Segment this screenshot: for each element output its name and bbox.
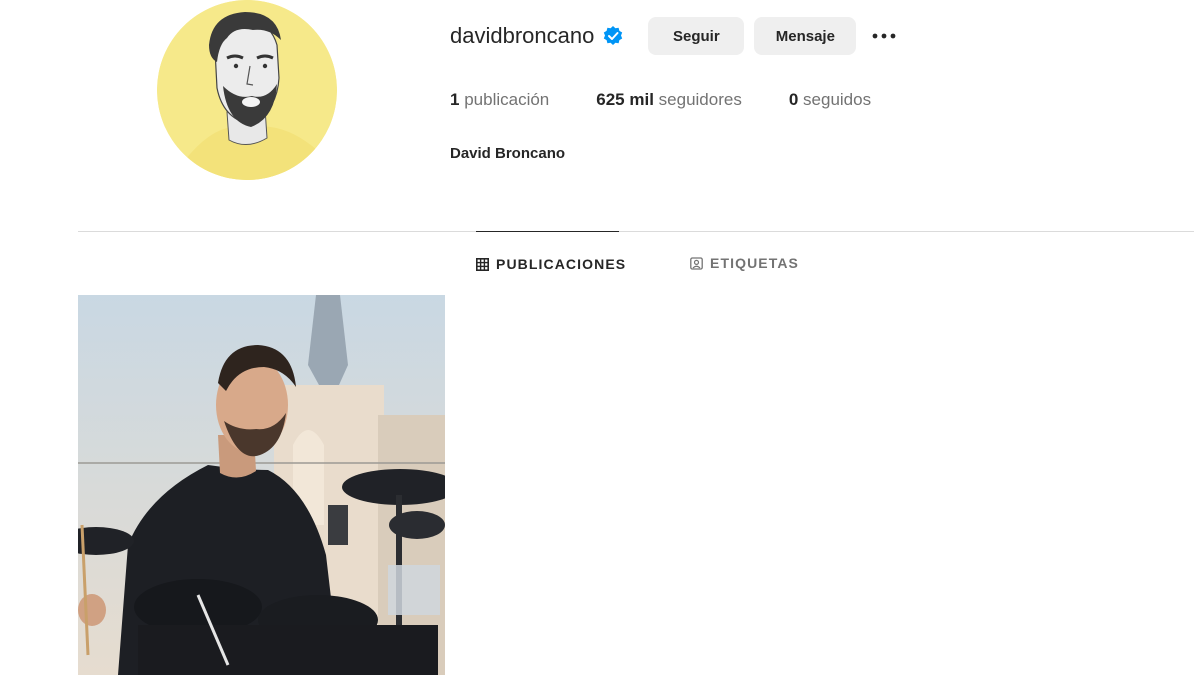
post-photo — [78, 295, 445, 675]
tab-etiquetas-label: ETIQUETAS — [710, 255, 799, 271]
profile-full-name: David Broncano — [450, 145, 566, 162]
following-label: seguidos — [803, 90, 872, 109]
profile-page: davidbroncano Seguir Mensaje 1 publicaci… — [0, 0, 1200, 675]
verified-badge-icon — [602, 25, 624, 47]
posts-label: publicación — [464, 90, 550, 109]
followers-stat[interactable]: 625 mil seguidores — [596, 90, 742, 110]
username: davidbroncano — [450, 23, 595, 48]
posts-stat: 1 publicación — [450, 90, 549, 110]
post-thumbnail[interactable] — [78, 295, 445, 675]
section-divider — [78, 231, 1194, 232]
following-stat[interactable]: 0 seguidos — [789, 90, 871, 110]
tab-etiquetas[interactable]: ETIQUETAS — [690, 231, 799, 295]
tab-publicaciones-label: PUBLICACIONES — [496, 256, 627, 272]
grid-icon — [476, 257, 489, 271]
posts-count: 1 — [450, 90, 460, 109]
follow-button[interactable]: Seguir — [648, 17, 745, 55]
following-count: 0 — [788, 90, 799, 109]
message-button[interactable]: Mensaje — [754, 17, 857, 55]
more-options-icon[interactable] — [870, 26, 898, 46]
avatar-illustration — [157, 0, 337, 180]
profile-header-row: davidbroncano Seguir Mensaje — [450, 17, 898, 55]
followers-count: 625 mil — [596, 90, 654, 109]
profile-avatar[interactable] — [157, 0, 337, 180]
tab-publicaciones[interactable]: PUBLICACIONES — [476, 231, 625, 296]
tagged-icon — [690, 256, 703, 270]
profile-stats: 1 publicación 625 mil seguidores 0 segui… — [450, 90, 918, 110]
followers-label: seguidores — [658, 90, 742, 109]
